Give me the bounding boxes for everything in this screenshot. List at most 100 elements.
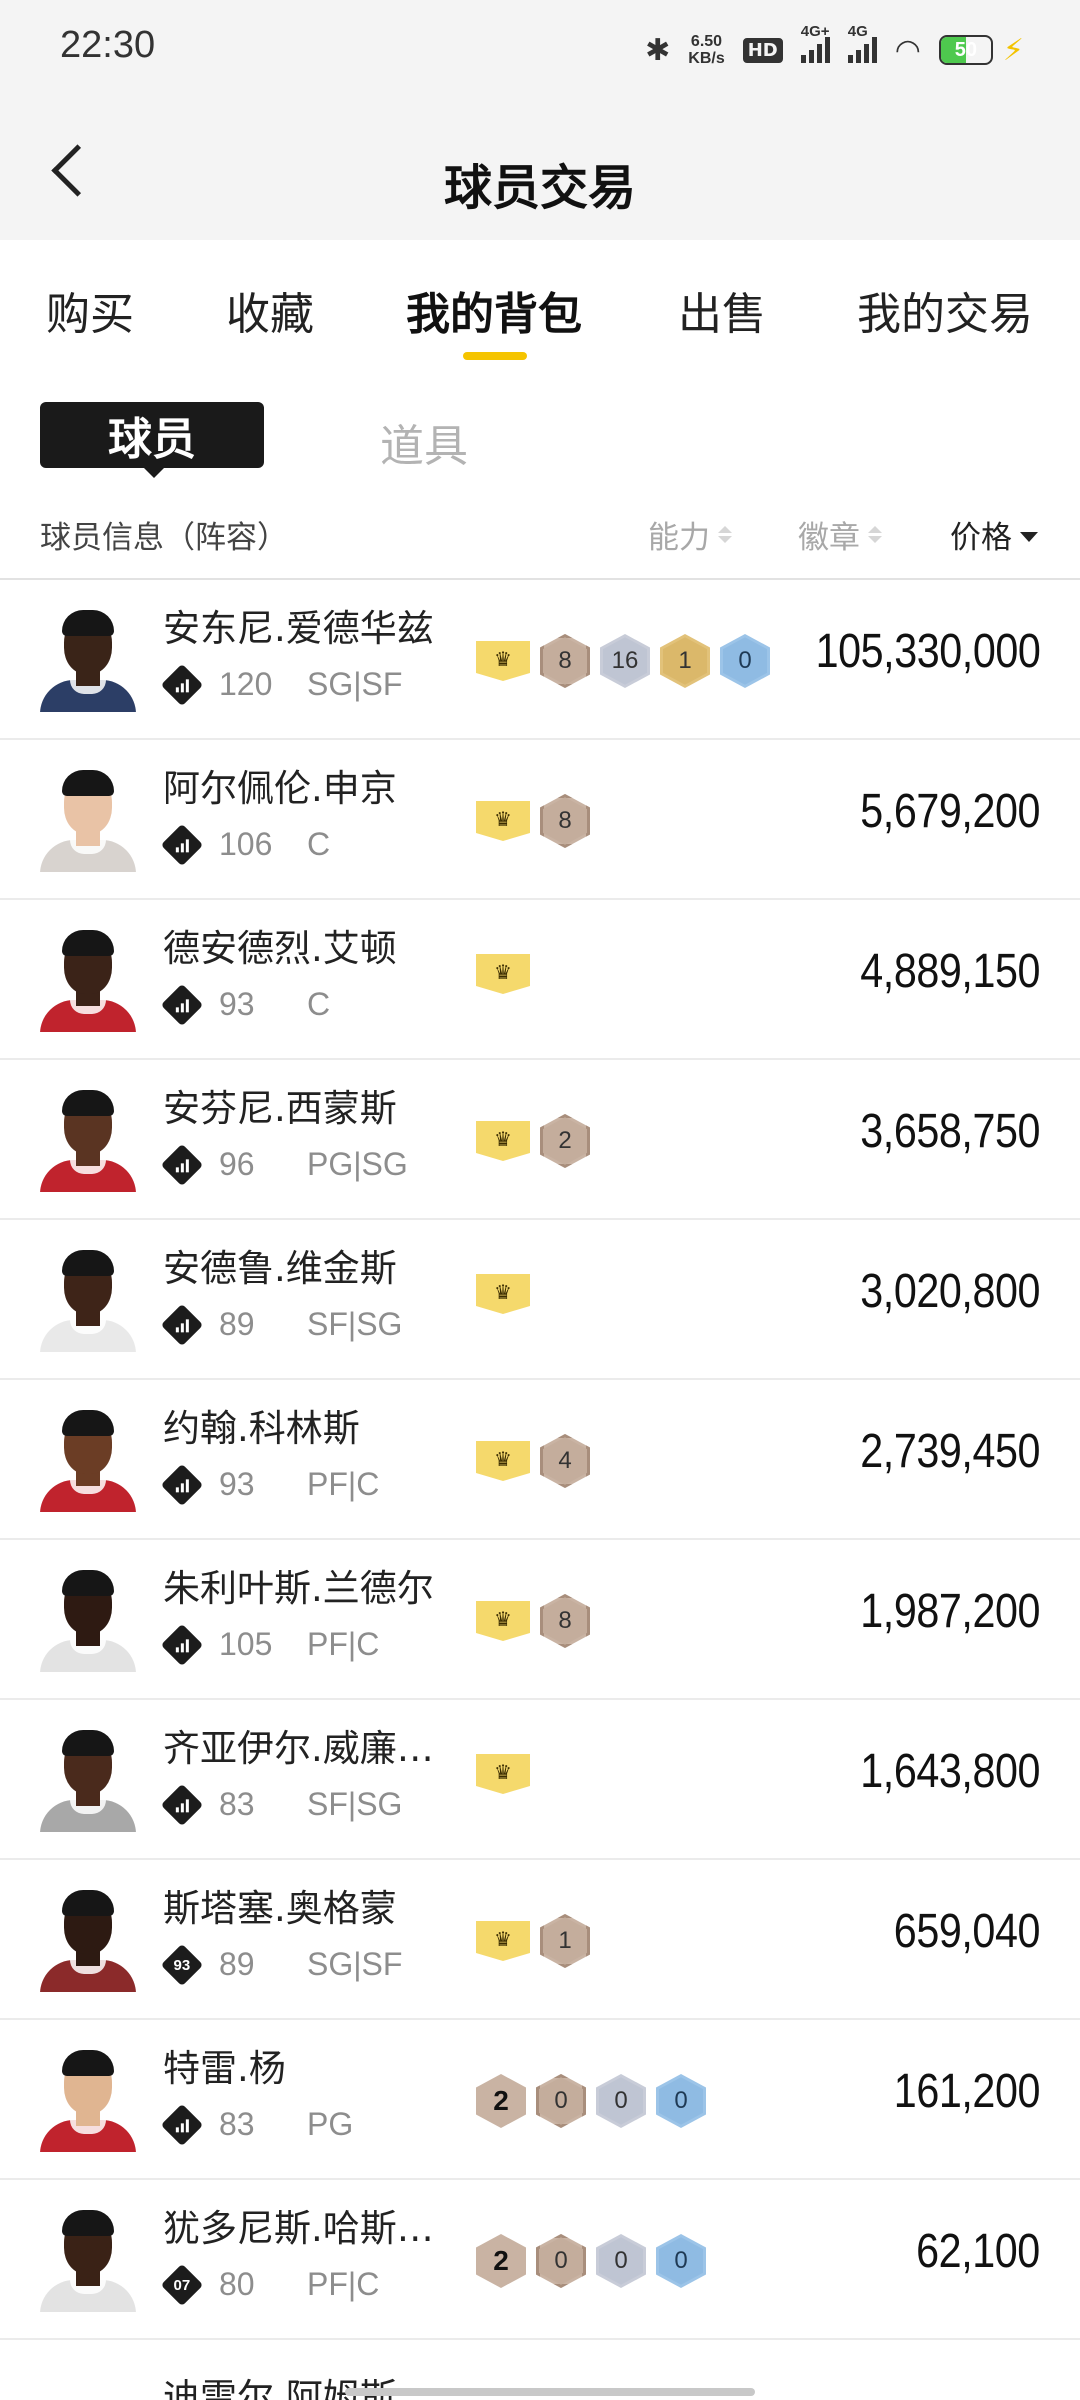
rating-icon — [160, 823, 204, 866]
sort-price[interactable]: 价格 — [950, 512, 1038, 557]
tab-buy[interactable]: 购买 — [46, 278, 134, 342]
badge-count-value: 8 — [543, 637, 587, 685]
charging-icon: ⚡ — [1002, 32, 1024, 68]
player-meta: 120 SG|SF — [160, 663, 402, 706]
rating-icon — [160, 1143, 204, 1186]
rating-icon — [160, 1783, 204, 1826]
player-row[interactable]: 齐亚伊尔.威廉… 83 SF|SG ♛ 1,643,800 — [0, 1700, 1080, 1860]
wifi-icon: ◠ — [894, 32, 921, 68]
player-avatar — [40, 928, 136, 1032]
player-avatar — [40, 2048, 136, 2152]
rating-icon — [160, 663, 204, 706]
player-badges: ♛ — [476, 954, 530, 994]
rating-icon — [160, 2103, 204, 2146]
player-row[interactable]: 安德鲁.维金斯 89 SF|SG ♛ 3,020,800 — [0, 1220, 1080, 1380]
player-name: 齐亚伊尔.威廉… — [163, 1727, 434, 1770]
player-avatar — [40, 1888, 136, 1992]
player-meta: 105 PF|C — [160, 1623, 379, 1666]
player-positions: PF|C — [307, 1466, 380, 1502]
player-row[interactable]: 安东尼.爱德华兹 120 SG|SF ♛ 8 16 1 0 105,330,000 — [0, 580, 1080, 740]
crown-badge-icon: ♛ — [476, 1441, 530, 1481]
player-rating: 93 — [219, 986, 255, 1022]
badge-count-value: 0 — [599, 2237, 643, 2285]
player-rating: 93 — [219, 1466, 255, 1502]
badge-count-value: 0 — [539, 2077, 583, 2125]
badge-count: 0 — [596, 2234, 646, 2288]
signal-icon: 4G+ — [800, 23, 830, 63]
signal-icon-2: 4G — [847, 23, 877, 63]
rating-icon — [160, 1623, 204, 1666]
player-avatar — [40, 608, 136, 712]
player-meta: 106 C — [160, 823, 330, 866]
badge-count: 4 — [540, 1434, 590, 1488]
player-row[interactable]: 约翰.科林斯 93 PF|C ♛ 4 2,739,450 — [0, 1380, 1080, 1540]
player-row[interactable]: 特雷.杨 83 PG 2 0 0 0 161,200 — [0, 2020, 1080, 2180]
player-name: 安东尼.爱德华兹 — [163, 607, 434, 650]
player-rating: 96 — [219, 1146, 255, 1182]
player-badges: 2000 — [476, 2074, 706, 2128]
tab-my-bag[interactable]: 我的背包 — [406, 278, 582, 342]
badge-count-value: 0 — [599, 2077, 643, 2125]
player-meta: 83 SF|SG — [160, 1783, 403, 1826]
player-price: 2,739,450 — [860, 1425, 1040, 1478]
player-price: 1,987,200 — [860, 1585, 1040, 1638]
sort-ability[interactable]: 能力 — [648, 512, 732, 557]
sort-arrows-icon — [718, 526, 732, 543]
subtab-players[interactable]: 球员 — [40, 402, 264, 478]
player-row[interactable]: 德安德烈.艾顿 93 C ♛ 4,889,150 — [0, 900, 1080, 1060]
battery-level: 50 — [954, 38, 978, 61]
player-badges: ♛ 8 16 1 0 — [476, 634, 770, 688]
network-speed: 6.50 KB/s — [688, 33, 724, 67]
main-tabs: 购买 收藏 我的背包 出售 我的交易 — [0, 240, 1080, 370]
signal-label: 4G+ — [800, 23, 830, 40]
player-price: 1,643,800 — [860, 1745, 1040, 1798]
badge-count-value: 0 — [659, 2077, 703, 2125]
player-row[interactable]: 犹多尼斯.哈斯… 07 80 PF|C 2 0 0 0 62,100 — [0, 2180, 1080, 2340]
sort-badges-label: 徽章 — [798, 520, 860, 556]
tab-my-trades[interactable]: 我的交易 — [857, 278, 1033, 342]
status-icons: ✱ 6.50 KB/s HD 4G+ 4G ◠ 50 ⚡ — [645, 23, 1024, 72]
player-rating: 89 — [219, 1946, 255, 1982]
tab-favorites[interactable]: 收藏 — [226, 278, 314, 342]
player-price: 4,889,150 — [860, 945, 1040, 998]
column-header: 球员信息（阵容） 能力 徽章 价格 — [0, 490, 1080, 580]
badge-count: 0 — [656, 2234, 706, 2288]
player-row[interactable]: 斯塔塞.奥格蒙 93 89 SG|SF ♛ 1 659,040 — [0, 1860, 1080, 2020]
sort-badges[interactable]: 徽章 — [798, 512, 882, 557]
badge-count: 0 — [656, 2074, 706, 2128]
player-meta: 07 80 PF|C — [160, 2263, 379, 2306]
sort-price-label: 价格 — [950, 520, 1012, 556]
app-header: 球员交易 — [0, 100, 1080, 240]
player-positions: PG — [307, 2106, 354, 2142]
crown-badge-icon: ♛ — [476, 1274, 530, 1314]
subtab-items[interactable]: 道具 — [380, 410, 468, 474]
player-positions: SF|SG — [307, 1306, 403, 1342]
badge-count-value: 0 — [723, 637, 767, 685]
crown-badge-icon: ♛ — [476, 954, 530, 994]
sort-desc-icon — [1020, 531, 1038, 542]
player-name: 斯塔塞.奥格蒙 — [163, 1887, 397, 1930]
player-badges: 2000 — [476, 2234, 706, 2288]
rating-icon: 93 — [160, 1943, 204, 1986]
tab-sell[interactable]: 出售 — [678, 278, 766, 342]
player-avatar — [40, 1568, 136, 1672]
player-row[interactable]: 阿尔佩伦.申京 106 C ♛ 8 5,679,200 — [0, 740, 1080, 900]
player-name: 德安德烈.艾顿 — [163, 927, 397, 970]
badge-count: 0 — [720, 634, 770, 688]
player-name: 特雷.杨 — [163, 2047, 286, 2090]
crown-badge-icon: ♛ — [476, 641, 530, 681]
player-price: 62,100 — [916, 2225, 1040, 2278]
player-row[interactable]: 安芬尼.西蒙斯 96 PG|SG ♛ 2 3,658,750 — [0, 1060, 1080, 1220]
player-price: 3,658,750 — [860, 1105, 1040, 1158]
player-badges: ♛ — [476, 1274, 530, 1314]
crown-badge-icon: ♛ — [476, 1754, 530, 1794]
player-row[interactable]: 朱利叶斯.兰德尔 105 PF|C ♛ 8 1,987,200 — [0, 1540, 1080, 1700]
player-rating: 120 — [219, 666, 273, 702]
signal-label-2: 4G — [847, 23, 868, 40]
active-tab-indicator — [463, 352, 527, 360]
player-price: 105,330,000 — [815, 625, 1040, 678]
player-rating: 105 — [219, 1626, 273, 1662]
crown-badge-icon: ♛ — [476, 1601, 530, 1641]
badge-count-value: 8 — [543, 797, 587, 845]
player-positions: SF|SG — [307, 1786, 403, 1822]
